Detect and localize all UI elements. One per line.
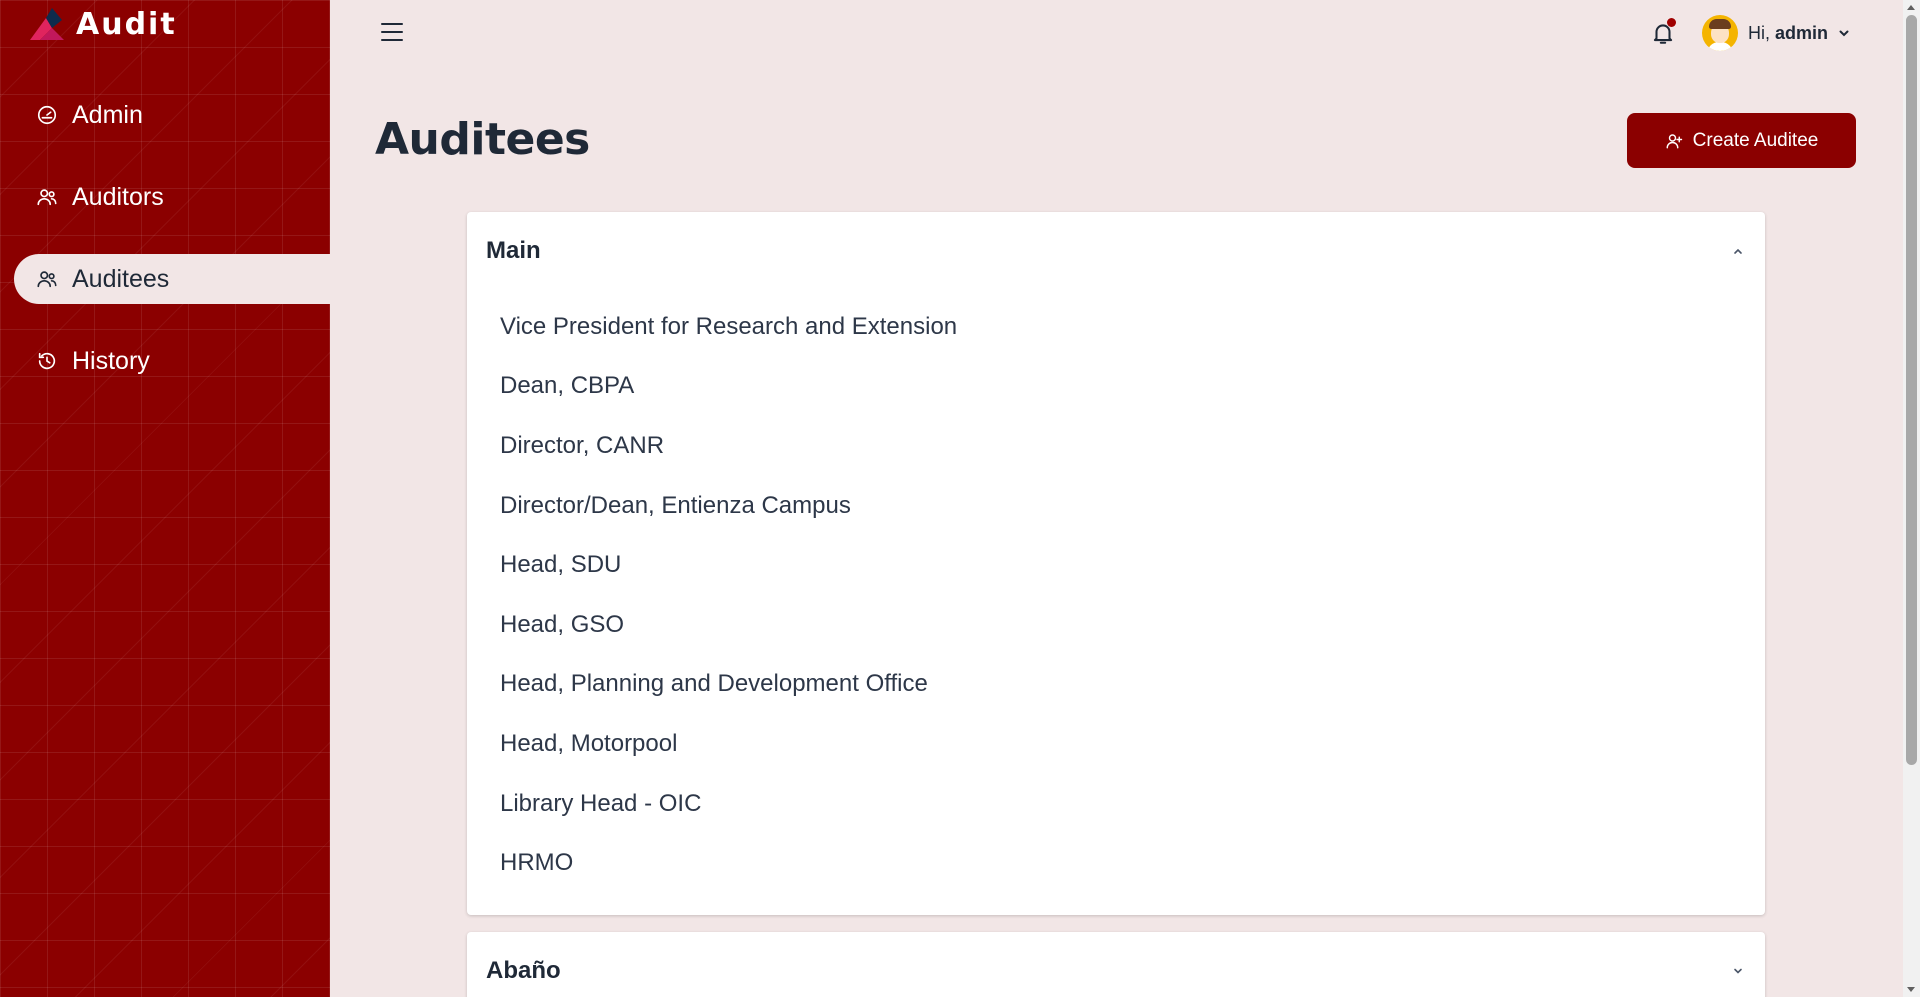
audit-logo-icon [30,8,64,40]
scroll-down-arrow[interactable] [1907,987,1915,992]
notification-bell-button[interactable] [1650,18,1676,46]
app-name: Audit [76,6,177,42]
user-greeting: Hi, admin [1748,23,1828,44]
list-item[interactable]: Head, Planning and Development Office [467,655,1765,715]
scroll-up-arrow[interactable] [1907,5,1915,10]
list-item[interactable]: Library Head - OIC [467,774,1765,834]
accordion-title: Abaño [486,957,561,984]
page-scrollbar[interactable] [1903,0,1920,997]
user-menu[interactable]: Hi, admin [1702,14,1850,52]
list-item[interactable]: Director/Dean, Entienza Campus [467,476,1765,536]
dashboard-gauge-icon [37,105,57,125]
list-item[interactable]: Director, CANR [467,416,1765,476]
add-user-icon [1666,133,1682,148]
sidebar-item-label: Admin [72,100,143,129]
create-auditee-button[interactable]: Create Auditee [1627,113,1856,168]
users-icon [37,189,57,206]
history-icon [38,352,56,370]
create-auditee-label: Create Auditee [1692,129,1819,151]
list-item[interactable]: Head, GSO [467,595,1765,655]
sidebar-item-label: Auditors [72,182,164,211]
sidebar-item-label: Auditees [72,264,170,293]
accordion-title: Main [486,237,541,264]
sidebar-item-history[interactable]: History [14,336,330,386]
sidebar-item-admin[interactable]: Admin [14,90,330,140]
accordion-header[interactable]: Main [467,212,1765,290]
users-icon [37,271,57,288]
list-item[interactable]: Head, SDU [467,535,1765,595]
greeting-text: Hi, [1748,22,1770,43]
scroll-thumb[interactable] [1906,15,1917,765]
list-item[interactable]: Vice President for Research and Extensio… [467,297,1765,357]
sidebar-item-label: History [72,346,150,375]
sidebar-nav: Admin Auditors Auditees History [0,90,330,418]
chevron-up-icon [1734,248,1742,254]
sidebar-item-auditees[interactable]: Auditees [14,254,330,304]
list-item[interactable]: Head, Motorpool [467,714,1765,774]
username: admin [1775,22,1829,43]
accordion-abano: Abaño [467,932,1765,997]
chevron-down-icon [1734,968,1742,974]
brand[interactable]: Audit [26,4,177,44]
sidebar-item-auditors[interactable]: Auditors [14,172,330,222]
accordion-main: Main Vice President for Research and Ext… [467,212,1765,915]
accordion-header[interactable]: Abaño [467,932,1765,997]
sidebar: Audit Admin Auditors Auditees History [0,0,330,997]
chevron-down-icon [1839,30,1849,37]
list-item[interactable]: Dean, CBPA [467,357,1765,417]
notification-badge [1667,18,1676,27]
list-item[interactable]: HRMO [467,833,1765,893]
page-title: Auditees [375,114,590,165]
auditee-list: Vice President for Research and Extensio… [467,290,1765,893]
avatar [1702,15,1738,51]
hamburger-menu-icon[interactable] [380,20,404,44]
